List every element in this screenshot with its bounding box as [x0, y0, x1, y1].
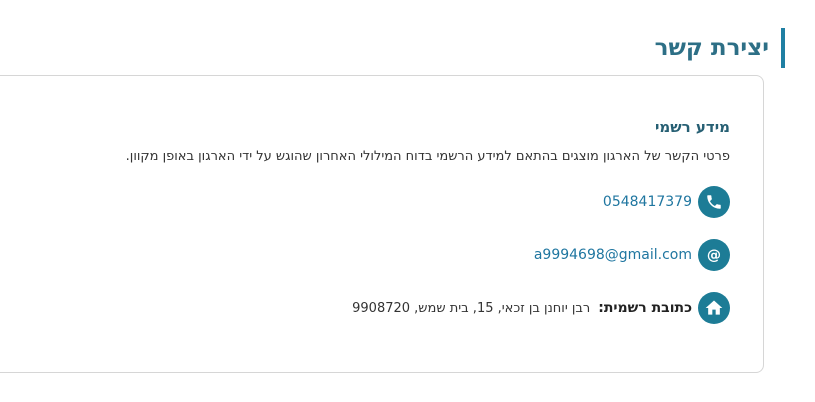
contact-page: יצירת קשר מידע רשמי פרטי הקשר של הארגון …	[0, 0, 815, 402]
address-label: כתובת רשמית:	[598, 300, 692, 316]
at-sign-icon: @	[698, 239, 730, 271]
svg-text:@: @	[707, 248, 721, 264]
phone-row: 0548417379	[603, 185, 730, 219]
section-title: יצירת קשר	[655, 28, 785, 68]
section-title-text: יצירת קשר	[654, 35, 769, 61]
card-heading: מידע רשמי	[655, 118, 730, 136]
email-row: @ a9994698@gmail.com	[534, 238, 730, 272]
address-row: כתובת רשמית: רבן יוחנן בן זכאי, 15, בית …	[352, 291, 730, 325]
card-description: פרטי הקשר של הארגון מוצגים בהתאם למידע ה…	[125, 149, 730, 164]
address-value: רבן יוחנן בן זכאי, 15, בית שמש, 9908720	[352, 300, 591, 316]
official-info-card: מידע רשמי פרטי הקשר של הארגון מוצגים בהת…	[0, 75, 764, 373]
home-icon	[698, 292, 730, 324]
phone-link[interactable]: 0548417379	[603, 194, 692, 210]
phone-icon	[698, 186, 730, 218]
email-link[interactable]: a9994698@gmail.com	[534, 247, 692, 263]
